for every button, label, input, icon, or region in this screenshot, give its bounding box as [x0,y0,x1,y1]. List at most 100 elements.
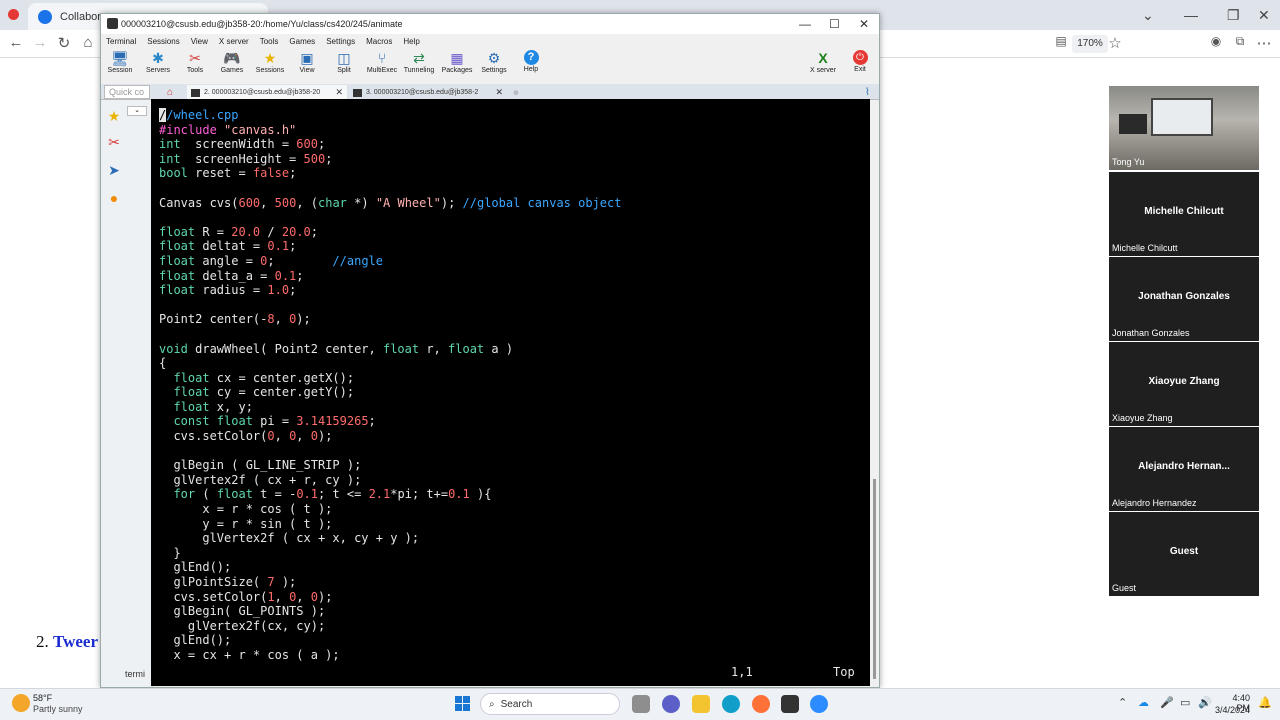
restore-browser-icon[interactable]: ❐ [1227,7,1240,24]
code-line: float R = 20.0 / 20.0; [159,225,621,240]
help-button[interactable]: ? Help [509,48,553,73]
minimize-window-icon[interactable]: — [799,17,811,31]
menu-settings[interactable]: Settings [326,37,355,46]
macros-sidebar-icon[interactable]: ● [104,188,124,208]
help-label: Help [523,66,539,73]
tab-list-chevron-icon[interactable]: ⌄ [1142,7,1154,24]
code-token: glVertex2f ( cx + r, cy ); [159,472,362,487]
back-arrow-icon[interactable]: ← [7,34,25,51]
code-token: char [318,195,347,210]
code-line: float delta_a = 0.1; [159,269,621,284]
menu-x-server[interactable]: X server [219,37,249,46]
participant-display-name: Xiaoyue Zhang [1148,376,1220,387]
weather-sun-icon[interactable] [12,694,30,712]
quick-connect-input[interactable]: Quick co [104,85,150,99]
code-token: ); [317,589,333,604]
file-explorer-icon[interactable] [692,695,710,713]
windows-start-icon[interactable] [455,696,471,712]
firefox-icon[interactable] [752,695,770,713]
power-icon: ⏻ [852,50,868,65]
code-token: 500 [303,151,326,166]
code-token: 0.1 [274,268,297,283]
menu-games[interactable]: Games [289,37,315,46]
tunneling-label: Tunneling [403,67,435,74]
participant-tile[interactable]: Guest Guest [1109,512,1259,596]
code-line: float angle = 0; //angle [159,254,621,269]
new-tab-icon[interactable]: ⊕ [509,85,531,100]
home-icon[interactable]: ⌂ [79,34,97,51]
favorite-star-icon[interactable]: ☆ [1106,34,1124,52]
task-view-icon[interactable] [632,695,650,713]
notification-bell-icon[interactable]: 🔔 [1258,696,1272,709]
tab-session-3[interactable]: 3. 000003210@csusb.edu@jb358-2 ✕ [349,85,507,100]
maximize-window-icon[interactable]: ☐ [829,17,840,31]
participant-tile[interactable]: Xiaoyue Zhang Xiaoyue Zhang [1109,342,1259,426]
session-icon: 🖥 [111,50,129,66]
exit-button[interactable]: ⏻ Exit [838,48,882,73]
favorites-star-icon[interactable]: ★ [104,106,124,126]
volume-icon[interactable]: 🔊 [1198,696,1212,709]
shield-icon[interactable]: ◉ [1207,34,1225,48]
code-token: glBegin ( GL_LINE_STRIP ); [159,458,362,473]
mobaxterm-taskbar-icon[interactable] [781,695,799,713]
menu-view[interactable]: View [191,37,208,46]
tools-sidebar-icon[interactable]: ✂ [104,132,124,152]
exit-label: Exit [854,66,866,73]
tab-session-2[interactable]: 2. 000003210@csusb.edu@jb358-20 ✕ [187,85,347,100]
servers-label: Servers [145,67,171,74]
home-tab-icon[interactable]: ⌂ [163,85,177,100]
close-window-icon[interactable]: ✕ [859,17,869,31]
weather-temperature[interactable]: 58°F [33,693,52,703]
onedrive-cloud-icon[interactable]: ☁ [1138,696,1149,709]
teams-chat-icon[interactable] [662,695,680,713]
code-line: glVertex2f ( cx + r, cy ); [159,473,621,488]
code-token: glVertex2f(cx, cy); [159,618,326,633]
terminal-scrollbar-thumb[interactable] [873,479,876,679]
folder-dropdown[interactable]: ⌄ [127,106,147,116]
reader-view-icon[interactable]: ▤ [1052,34,1070,48]
microphone-icon[interactable]: 🎤 [1160,696,1174,709]
code-line: y = r * sin ( t ); [159,517,621,532]
more-menu-icon[interactable]: ⋯ [1255,34,1273,52]
participant-tile[interactable]: Jonathan Gonzales Jonathan Gonzales [1109,257,1259,341]
code-token: ); [296,312,311,327]
code-token: x = r * cos ( t ); [159,502,333,517]
weather-description[interactable]: Partly sunny [33,704,83,714]
participant-tile[interactable]: Alejandro Hernan... Alejandro Hernandez [1109,427,1259,511]
attach-paperclip-icon[interactable]: ⌇ [861,85,874,100]
menu-tools[interactable]: Tools [260,37,279,46]
forward-arrow-icon[interactable]: → [31,34,49,51]
extensions-icon[interactable]: ⧉ [1231,34,1249,49]
network-icon[interactable]: ▭ [1180,696,1190,709]
menu-help[interactable]: Help [403,37,419,46]
code-token: *) [346,195,376,210]
reload-icon[interactable]: ↻ [55,34,73,52]
participant-tile[interactable]: Michelle Chilcutt Michelle Chilcutt [1109,172,1259,256]
code-line: glBegin( GL_POINTS ); [159,604,621,619]
tween-heading-number: 2. [36,632,49,651]
code-token: glPointSize( [159,575,268,589]
close-tab-icon[interactable]: ✕ [495,87,503,98]
video-tile-tong-yu[interactable]: Tong Yu [1109,86,1259,170]
menu-terminal[interactable]: Terminal [106,37,136,46]
code-token: float [159,239,196,254]
terminal-pane[interactable]: //wheel.cpp #include "canvas.h" int screen… [151,99,870,686]
participant-display-name: Guest [1169,546,1199,557]
participant-display-name: Jonathan Gonzales [1138,291,1230,302]
zoom-app-icon[interactable] [810,695,828,713]
code-line: } [159,546,621,561]
send-sidebar-icon[interactable]: ➤ [104,160,124,180]
menu-macros[interactable]: Macros [366,37,392,46]
close-browser-icon[interactable]: ✕ [1258,7,1270,24]
menu-sessions[interactable]: Sessions [147,37,179,46]
split-icon: ◫ [337,50,351,66]
code-token: ); [440,195,463,210]
edge-icon[interactable] [722,695,740,713]
clock-date[interactable]: 3/4/2024 [1212,705,1250,715]
tray-chevron-icon[interactable]: ⌃ [1118,696,1127,709]
code-token: 0.1 [448,487,470,502]
taskbar-search-box[interactable]: ⌕ Search [480,693,620,715]
zoom-level-badge[interactable]: 170% [1072,35,1108,53]
close-tab-icon[interactable]: ✕ [335,87,343,98]
minimize-browser-icon[interactable]: — [1184,7,1198,23]
